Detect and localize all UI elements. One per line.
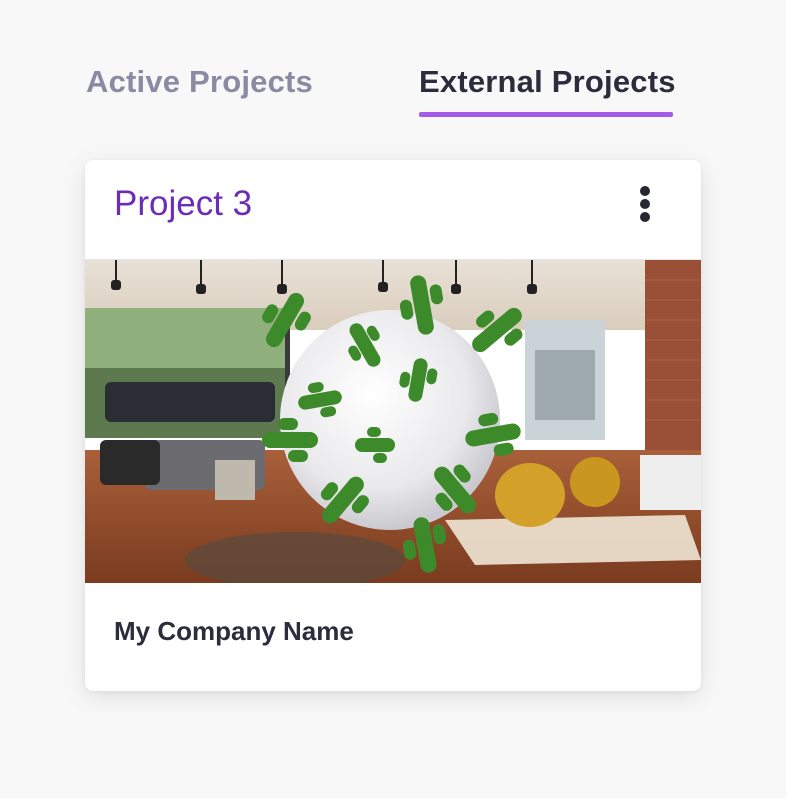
project-card[interactable]: Project 3 My Company Name <box>85 160 701 691</box>
project-thumbnail-image[interactable] <box>85 259 701 583</box>
company-name: My Company Name <box>114 616 354 646</box>
project-tabs: Active Projects External Projects <box>0 0 786 130</box>
project-title[interactable]: Project 3 <box>114 184 252 224</box>
kebab-menu-icon[interactable] <box>633 184 657 224</box>
tab-active-projects[interactable]: Active Projects <box>86 64 313 100</box>
active-tab-indicator <box>419 112 673 117</box>
tab-external-projects[interactable]: External Projects <box>419 64 676 100</box>
